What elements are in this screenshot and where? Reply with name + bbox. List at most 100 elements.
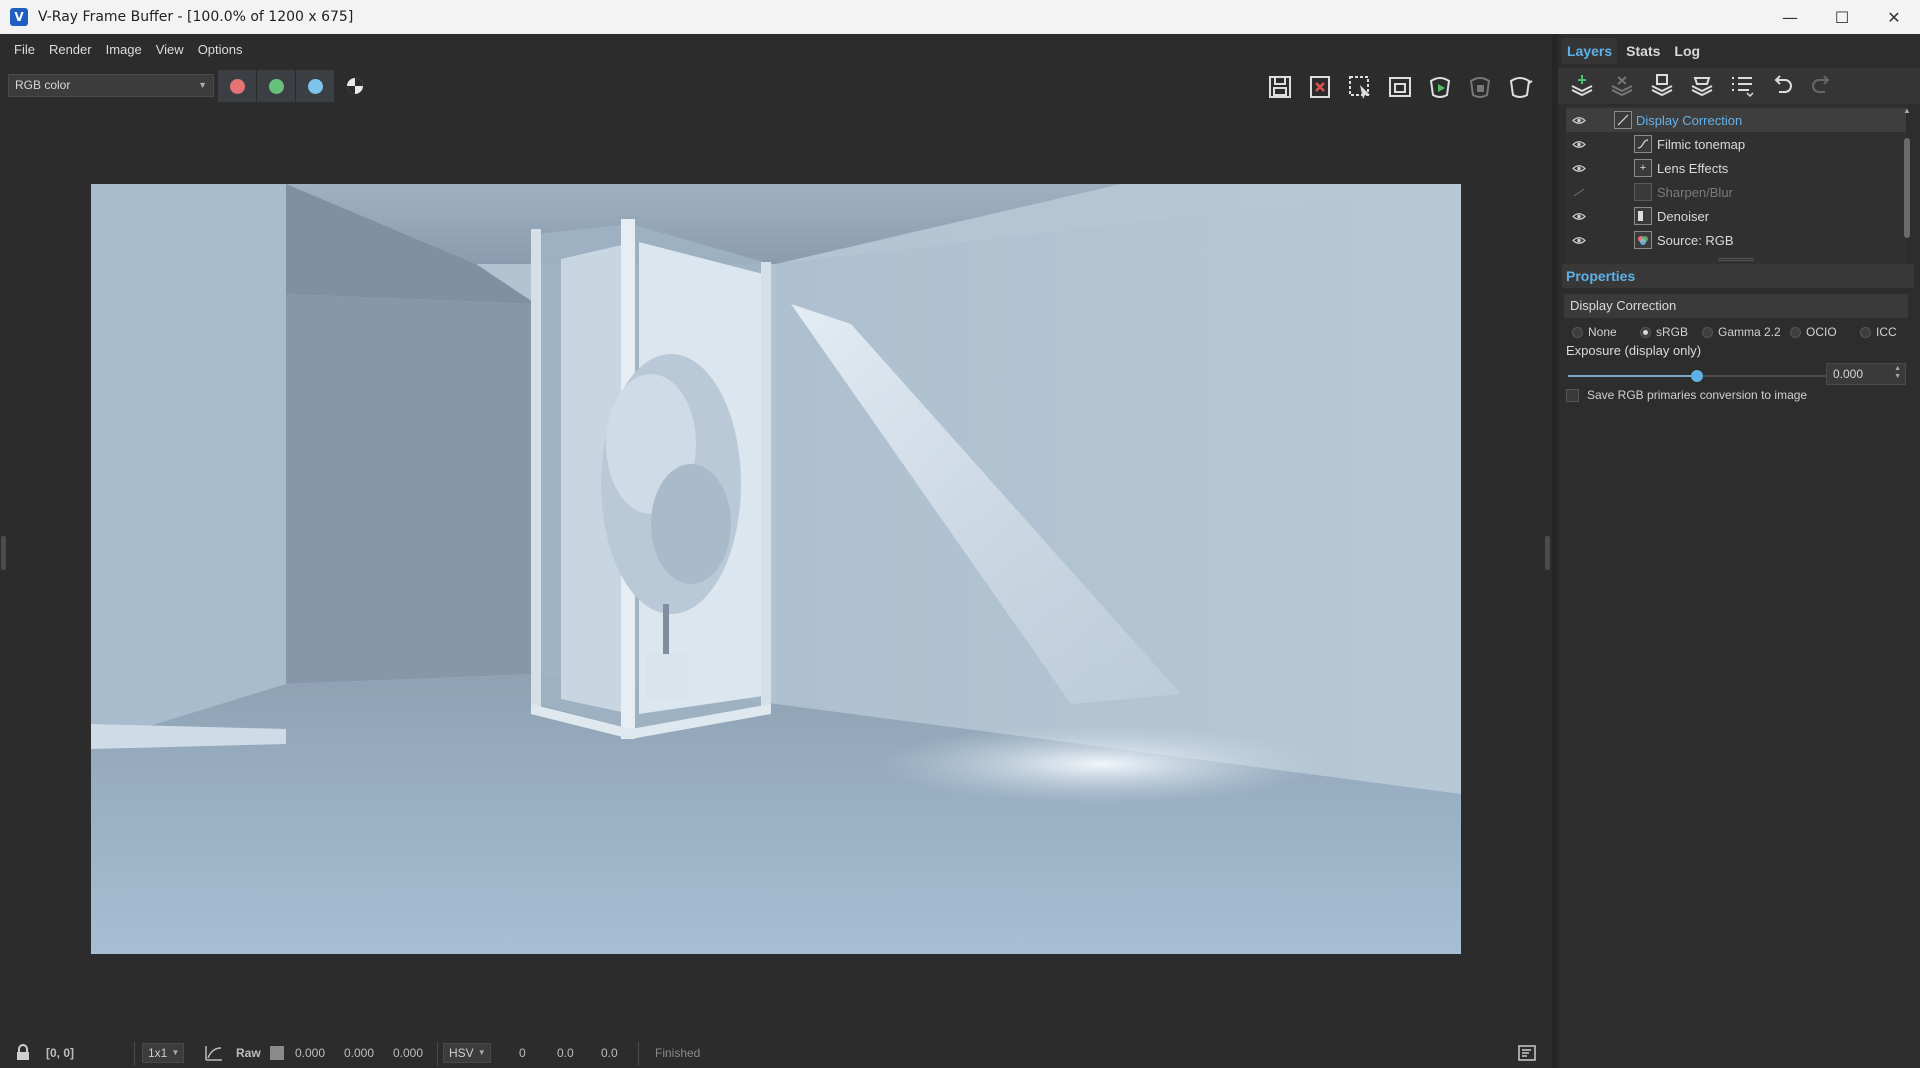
- curve-layer-icon: [1614, 111, 1632, 129]
- radio-circle: [1702, 326, 1713, 338]
- hsv-value-v: 0.0: [601, 1046, 618, 1060]
- layer-filmic-tonemap[interactable]: Filmic tonemap: [1566, 132, 1906, 156]
- rendered-image[interactable]: [91, 184, 1461, 954]
- radio-icc[interactable]: ICC: [1860, 325, 1897, 339]
- radio-label: Gamma 2.2: [1718, 325, 1781, 339]
- scroll-thumb[interactable]: [1904, 138, 1910, 238]
- spinner-arrows-icon[interactable]: ▲ ▼: [1894, 365, 1901, 381]
- tab-stats[interactable]: Stats: [1621, 38, 1665, 64]
- save-primaries-option[interactable]: Save RGB primaries conversion to image: [1566, 386, 1807, 404]
- layer-denoiser[interactable]: Denoiser: [1566, 204, 1906, 228]
- curve-icon[interactable]: [204, 1038, 224, 1068]
- eye-icon[interactable]: [1570, 132, 1588, 156]
- stop-render-icon[interactable]: [1464, 72, 1496, 102]
- menu-image[interactable]: Image: [106, 42, 142, 57]
- alpha-channel-button[interactable]: [336, 70, 374, 102]
- save-image-icon[interactable]: [1264, 72, 1296, 102]
- denoiser-icon: [1634, 207, 1652, 225]
- redo-icon[interactable]: [1806, 70, 1838, 100]
- layer-lens-effects[interactable]: + Lens Effects: [1566, 156, 1906, 180]
- radio-circle: [1572, 326, 1583, 338]
- layer-sharpen-blur[interactable]: Sharpen/Blur: [1566, 180, 1906, 204]
- layer-name: Source: RGB: [1657, 232, 1734, 248]
- radio-ocio[interactable]: OCIO: [1790, 325, 1837, 339]
- color-space-select[interactable]: HSV ▼: [443, 1043, 491, 1063]
- radio-label: ICC: [1876, 325, 1897, 339]
- delete-layer-icon[interactable]: [1606, 70, 1638, 100]
- vfb-window: V V-Ray Frame Buffer - [100.0% of 1200 x…: [0, 0, 1920, 1068]
- radio-label: OCIO: [1806, 325, 1837, 339]
- layer-display-correction[interactable]: Display Correction: [1566, 108, 1906, 132]
- save-layer-preset-icon[interactable]: [1646, 70, 1678, 100]
- exposure-value: 0.000: [1833, 367, 1864, 381]
- blue-dot-icon: [307, 78, 323, 94]
- menu-view[interactable]: View: [156, 42, 184, 57]
- exposure-label: Exposure (display only): [1566, 343, 1702, 358]
- create-layer-icon[interactable]: [1566, 70, 1598, 100]
- menu-file[interactable]: File: [14, 42, 35, 57]
- radio-gamma[interactable]: Gamma 2.2: [1702, 325, 1781, 339]
- menu-bar: File Render Image View Options: [0, 34, 1552, 64]
- layer-name: Denoiser: [1657, 208, 1710, 224]
- menu-render[interactable]: Render: [49, 42, 92, 57]
- render-status: Finished: [655, 1046, 701, 1060]
- region-render-icon[interactable]: [1344, 72, 1376, 102]
- raw-label: Raw: [236, 1046, 261, 1060]
- eye-icon[interactable]: [1570, 108, 1588, 132]
- radio-none[interactable]: None: [1572, 325, 1617, 339]
- layers-scrollbar[interactable]: ▲ ▼: [1902, 106, 1912, 284]
- render-teapot-icon[interactable]: [1504, 72, 1536, 102]
- minimize-button[interactable]: —: [1764, 0, 1816, 34]
- exposure-slider[interactable]: [1568, 369, 1826, 383]
- window-title: V-Ray Frame Buffer - [100.0% of 1200 x 6…: [38, 9, 354, 25]
- blue-channel-button[interactable]: [296, 70, 334, 102]
- scroll-up-icon[interactable]: ▲: [1902, 106, 1912, 118]
- save-primaries-label: Save RGB primaries conversion to image: [1587, 388, 1808, 402]
- menu-options[interactable]: Options: [198, 42, 243, 57]
- right-panel-handle[interactable]: [1545, 536, 1550, 570]
- hsv-value-s: 0.0: [557, 1046, 574, 1060]
- undo-icon[interactable]: [1766, 70, 1798, 100]
- zoom-select[interactable]: 1x1 ▼: [142, 1043, 185, 1063]
- layer-source-rgb[interactable]: Source: RGB: [1566, 228, 1906, 252]
- tab-log[interactable]: Log: [1669, 38, 1705, 64]
- chevron-down-icon: ▼: [477, 1048, 486, 1057]
- follow-mouse-icon[interactable]: [1384, 72, 1416, 102]
- close-button[interactable]: ✕: [1868, 0, 1920, 34]
- red-dot-icon: [229, 78, 245, 94]
- panel-splitter[interactable]: [1718, 258, 1754, 261]
- load-layer-preset-icon[interactable]: [1686, 70, 1718, 100]
- exposure-input[interactable]: 0.000 ▲ ▼: [1826, 363, 1906, 385]
- color-space-value: HSV: [449, 1046, 474, 1060]
- eye-hidden-icon[interactable]: [1570, 180, 1588, 204]
- rgb-source-icon: [1634, 231, 1652, 249]
- lock-icon[interactable]: [14, 1038, 32, 1068]
- status-bar: [0, 0] 1x1 ▼ Raw 0.000 0.000 0.000 HSV ▼: [0, 1038, 1552, 1068]
- radio-label: None: [1588, 325, 1617, 339]
- green-channel-button[interactable]: [257, 70, 295, 102]
- layer-list-icon[interactable]: [1726, 70, 1758, 100]
- eye-icon[interactable]: [1570, 228, 1588, 252]
- red-channel-button[interactable]: [218, 70, 256, 102]
- tab-layers[interactable]: Layers: [1562, 38, 1618, 64]
- eye-icon[interactable]: [1570, 156, 1588, 180]
- clear-image-icon[interactable]: [1304, 72, 1336, 102]
- toggle-log-icon[interactable]: [1518, 1038, 1536, 1068]
- maximize-button[interactable]: ☐: [1816, 0, 1868, 34]
- render-channel-select[interactable]: RGB color ▼: [8, 74, 214, 97]
- radio-srgb[interactable]: sRGB: [1640, 325, 1688, 339]
- panel-tabs: Layers Stats Log: [1558, 38, 1705, 64]
- viewport-area: File Render Image View Options RGB color…: [0, 34, 1552, 1068]
- slider-knob[interactable]: [1691, 370, 1703, 382]
- left-panel-handle[interactable]: [1, 536, 6, 570]
- title-bar: V V-Ray Frame Buffer - [100.0% of 1200 x…: [0, 0, 1920, 34]
- save-primaries-checkbox[interactable]: [1566, 388, 1579, 402]
- vray-logo-icon: V: [10, 8, 28, 26]
- layer-name: Display Correction: [1636, 112, 1743, 128]
- eye-icon[interactable]: [1570, 204, 1588, 228]
- layer-name: Sharpen/Blur: [1657, 184, 1733, 200]
- raw-value-b: 0.000: [393, 1046, 424, 1060]
- color-mode-options: None sRGB Gamma 2.2 OCIO ICC: [1572, 322, 1912, 342]
- radio-circle: [1790, 326, 1801, 338]
- interactive-render-icon[interactable]: [1424, 72, 1456, 102]
